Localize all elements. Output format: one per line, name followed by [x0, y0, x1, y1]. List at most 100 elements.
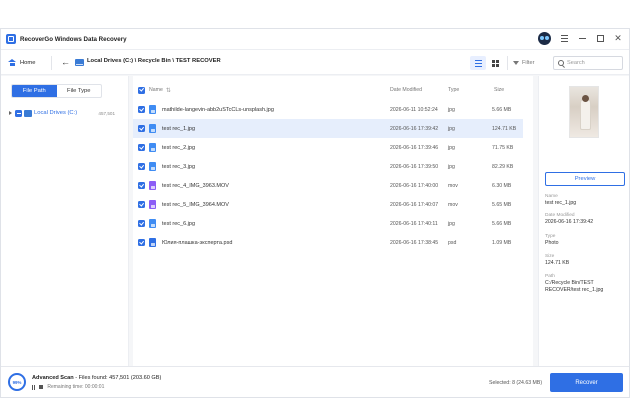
search-input[interactable]: [567, 60, 622, 66]
meta-name: Name test rec_1.jpg: [545, 194, 627, 207]
table-row[interactable]: test rec_2.jpg 2026-06-16 17:39:46 jpg 7…: [133, 138, 523, 157]
meta-label: Path: [545, 274, 555, 279]
meta-label: Date Modified: [545, 213, 575, 218]
file-name-cell: test rec_2.jpg: [149, 143, 195, 152]
file-date: 2026-06-16 17:38:45: [390, 239, 439, 246]
file-date: 2026-06-16 17:39:42: [390, 125, 439, 132]
close-icon[interactable]: ✕: [613, 34, 623, 44]
meta-value: test rec_1.jpg: [545, 200, 577, 206]
app-window: RecoverGo Windows Data Recovery ✕ Home ←…: [0, 28, 630, 398]
expand-arrow-icon[interactable]: [9, 111, 12, 115]
menu-icon[interactable]: [559, 34, 569, 44]
app-title: RecoverGo Windows Data Recovery: [20, 35, 127, 43]
stop-icon[interactable]: [39, 385, 44, 389]
drive-icon: [24, 109, 32, 117]
preview-button[interactable]: Preview: [545, 172, 625, 186]
file-name-cell: test rec_5_IMG_3964.MOV: [149, 200, 229, 209]
file-type: jpg: [448, 163, 455, 170]
file-list-panel: Name ⇅ Date Modified Type Size mathilde-…: [133, 76, 533, 378]
toolbar: Home ← Local Drives (C:) \ Recycle Bin \…: [1, 49, 629, 75]
file-date: 2026-06-16 17:39:46: [390, 144, 439, 151]
filter-button[interactable]: Filter: [513, 57, 534, 69]
table-row[interactable]: test rec_5_IMG_3964.MOV 2026-06-16 17:40…: [133, 195, 523, 214]
table-row[interactable]: test rec_4_IMG_3963.MOV 2026-06-16 17:40…: [133, 176, 523, 195]
files-found: - Files found: 457,501 (203.60 GB): [73, 375, 162, 381]
view-tabs: File Path File Type: [11, 84, 102, 98]
thumbnail-figure: [581, 99, 590, 129]
table-row[interactable]: Юлия-плашка-эксперта.psd 2026-06-16 17:3…: [133, 233, 523, 252]
tree-item-local-drives[interactable]: Local Drives (C:) 457,501: [9, 108, 123, 118]
tree-checkbox[interactable]: [15, 109, 22, 117]
row-checkbox[interactable]: [138, 201, 145, 208]
file-name: test rec_5_IMG_3964.MOV: [162, 201, 229, 208]
column-header-name[interactable]: Name ⇅: [149, 87, 171, 94]
home-button[interactable]: Home: [8, 56, 35, 69]
owl-mascot-icon[interactable]: [538, 32, 551, 45]
row-checkbox[interactable]: [138, 182, 145, 189]
row-checkbox[interactable]: [138, 125, 145, 132]
file-type: jpg: [448, 125, 455, 132]
row-checkbox[interactable]: [138, 239, 145, 246]
table-row[interactable]: test rec_3.jpg 2026-06-16 17:39:50 jpg 8…: [133, 157, 523, 176]
scan-status: Advanced Scan - Files found: 457,501 (20…: [32, 375, 161, 381]
file-name: mathilde-langevin-abb2uSTcCLs-unsplash.j…: [162, 106, 274, 113]
column-header-date[interactable]: Date Modified: [390, 87, 422, 93]
column-header-size[interactable]: Size: [494, 87, 504, 93]
maximize-icon[interactable]: [595, 34, 605, 44]
row-checkbox[interactable]: [138, 144, 145, 151]
file-size: 82.29 KB: [492, 163, 514, 170]
tab-file-path[interactable]: File Path: [12, 85, 57, 97]
meta-type: Type Photo: [545, 234, 627, 247]
list-header: Name ⇅ Date Modified Type Size: [133, 84, 523, 96]
meta-path: Path C:/Recycle Bin/TEST RECOVER/test re…: [545, 274, 627, 294]
row-checkbox[interactable]: [138, 106, 145, 113]
file-date: 2026-06-11 10:52:24: [390, 106, 438, 113]
table-row[interactable]: mathilde-langevin-abb2uSTcCLs-unsplash.j…: [133, 100, 523, 119]
meta-value: 124.71 KB: [545, 260, 570, 266]
video-file-icon: [149, 200, 156, 209]
file-name-cell: Юлия-плашка-эксперта.psd: [149, 238, 232, 247]
table-row[interactable]: test rec_1.jpg 2026-06-16 17:39:42 jpg 1…: [133, 119, 523, 138]
sort-icon[interactable]: ⇅: [166, 87, 171, 94]
file-name: test rec_3.jpg: [162, 163, 196, 170]
filter-label: Filter: [522, 60, 535, 66]
file-type: jpg: [448, 106, 455, 113]
home-label: Home: [20, 59, 36, 66]
search-icon: [558, 60, 564, 66]
file-size: 1.09 MB: [492, 239, 512, 246]
search-box[interactable]: [553, 56, 623, 70]
list-view-button[interactable]: [470, 56, 486, 70]
file-name: test rec_6.jpg: [162, 220, 196, 227]
meta-value: Photo: [545, 240, 559, 246]
file-type: jpg: [448, 220, 455, 227]
file-date: 2026-06-16 17:40:11: [390, 220, 438, 227]
select-all-checkbox[interactable]: [138, 86, 145, 94]
breadcrumb: Local Drives (C:) \ Recycle Bin \ TEST R…: [87, 58, 221, 64]
file-name: test rec_1.jpg: [162, 125, 196, 132]
recover-button[interactable]: Recover: [550, 373, 623, 392]
file-type: jpg: [448, 144, 455, 151]
pause-icon[interactable]: [32, 384, 36, 390]
tab-file-type[interactable]: File Type: [57, 85, 102, 97]
grid-view-button[interactable]: [487, 56, 503, 70]
file-name: test rec_2.jpg: [162, 144, 196, 151]
image-file-icon: [149, 124, 156, 133]
filter-icon: [513, 61, 519, 65]
file-name: test rec_4_IMG_3963.MOV: [162, 182, 229, 189]
tree-item-label: Local Drives (C:): [34, 110, 78, 116]
file-type: psd: [448, 239, 457, 246]
back-arrow-icon[interactable]: ←: [61, 57, 71, 68]
minimize-icon[interactable]: [577, 34, 587, 44]
row-checkbox[interactable]: [138, 220, 145, 227]
column-header-type[interactable]: Type: [448, 87, 459, 93]
meta-label: Type: [545, 234, 556, 239]
file-name: Юлия-плашка-эксперта.psd: [162, 239, 233, 246]
grid-view-icon: [491, 59, 499, 67]
drive-icon: [75, 59, 84, 66]
file-size: 5.66 MB: [492, 106, 512, 113]
tree-item-count: 457,501: [98, 110, 115, 116]
scan-controls: Remaining time: 00:00:01: [32, 384, 104, 390]
row-checkbox[interactable]: [138, 163, 145, 170]
file-type: mov: [448, 182, 458, 189]
table-row[interactable]: test rec_6.jpg 2026-06-16 17:40:11 jpg 5…: [133, 214, 523, 233]
